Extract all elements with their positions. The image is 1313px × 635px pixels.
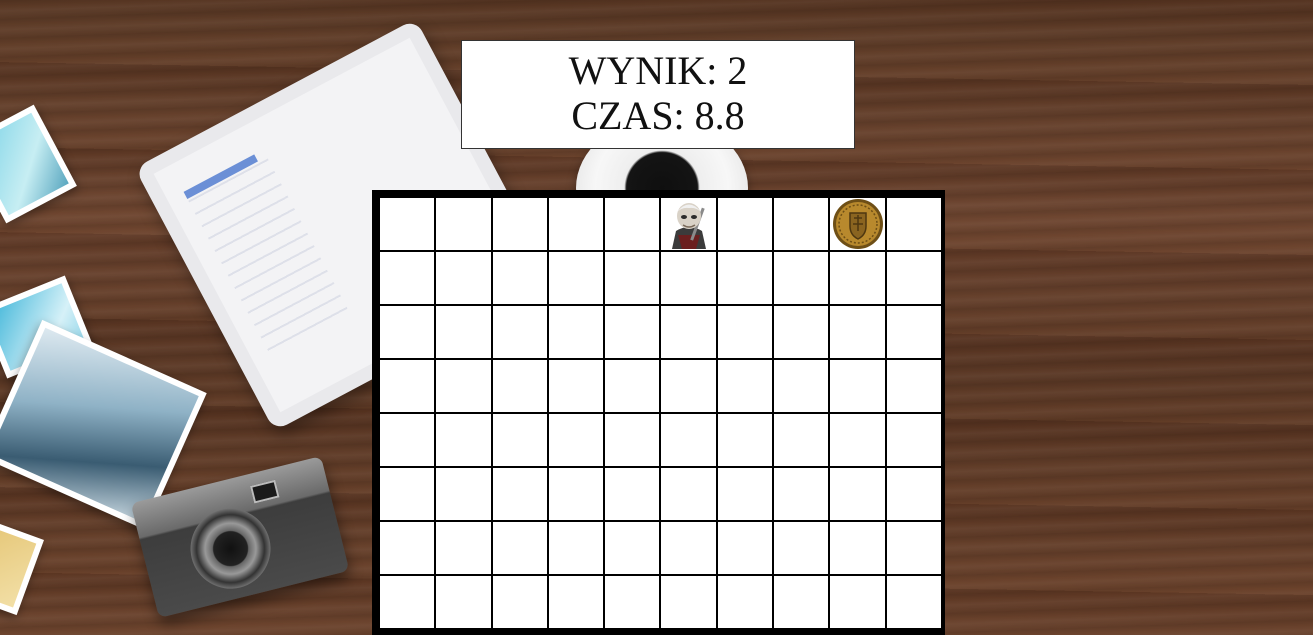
board-cell[interactable] (886, 576, 941, 628)
board-cell[interactable] (886, 522, 941, 574)
board-cell[interactable] (661, 468, 716, 520)
board-cell[interactable] (661, 522, 716, 574)
board-cell[interactable] (830, 306, 885, 358)
board-cell[interactable] (380, 576, 435, 628)
board-cell[interactable] (548, 306, 604, 358)
board-cell[interactable] (717, 522, 773, 574)
board-cell[interactable] (830, 468, 885, 520)
board-cell[interactable] (717, 576, 773, 628)
board-cell[interactable] (492, 468, 547, 520)
board-cell[interactable] (717, 414, 773, 466)
board-cell[interactable] (605, 468, 660, 520)
board-cell[interactable] (886, 360, 941, 412)
board-cell[interactable] (717, 252, 773, 304)
board-cell[interactable] (380, 414, 435, 466)
board-cell[interactable] (605, 198, 660, 250)
board-cell[interactable] (886, 306, 941, 358)
board-cell[interactable] (605, 306, 660, 358)
board-cell[interactable] (774, 252, 829, 304)
board-cell[interactable] (380, 198, 435, 250)
board-cell[interactable] (492, 198, 547, 250)
board-cell[interactable] (548, 360, 604, 412)
board-cell[interactable] (380, 252, 435, 304)
board-cell[interactable] (436, 252, 491, 304)
board-cell[interactable] (436, 468, 491, 520)
board-cell[interactable] (886, 252, 941, 304)
board-cell[interactable] (548, 522, 604, 574)
time-text: CZAS: 8.8 (571, 93, 745, 138)
board-cell[interactable] (830, 522, 885, 574)
score-text: WYNIK: 2 (568, 48, 748, 93)
board-cell[interactable] (492, 306, 547, 358)
board-cell[interactable] (492, 252, 547, 304)
board-cell[interactable] (380, 360, 435, 412)
board-cell[interactable] (830, 252, 885, 304)
score-panel: WYNIK: 2 CZAS: 8.8 (461, 40, 855, 149)
board-cell[interactable] (436, 576, 491, 628)
board-cell[interactable] (436, 198, 491, 250)
board-cell[interactable] (661, 414, 716, 466)
board-cell[interactable] (380, 522, 435, 574)
board-cell[interactable] (605, 360, 660, 412)
board-cell[interactable] (717, 468, 773, 520)
board-cell[interactable] (548, 414, 604, 466)
board-cell[interactable] (548, 198, 604, 250)
board-cell[interactable] (886, 198, 941, 250)
photo-decoration (0, 520, 44, 616)
board-cell[interactable] (492, 576, 547, 628)
board-cell[interactable] (717, 306, 773, 358)
board-cell[interactable] (380, 306, 435, 358)
board-cell[interactable] (661, 198, 716, 250)
board-cell[interactable] (774, 414, 829, 466)
board-cell[interactable] (436, 414, 491, 466)
board-cell[interactable] (774, 360, 829, 412)
board-cell[interactable] (886, 414, 941, 466)
board-cell[interactable] (717, 360, 773, 412)
game-board[interactable] (372, 190, 945, 635)
board-cell[interactable] (886, 468, 941, 520)
board-cell[interactable] (548, 468, 604, 520)
board-cell[interactable] (492, 360, 547, 412)
photo-decoration (0, 104, 77, 224)
board-cell[interactable] (830, 414, 885, 466)
board-grid[interactable] (380, 198, 941, 628)
board-cell[interactable] (605, 252, 660, 304)
board-cell[interactable] (717, 198, 773, 250)
board-cell[interactable] (436, 522, 491, 574)
board-cell[interactable] (605, 576, 660, 628)
board-cell[interactable] (548, 252, 604, 304)
gold-coin-icon (832, 199, 883, 249)
board-cell[interactable] (830, 360, 885, 412)
board-cell[interactable] (661, 306, 716, 358)
board-cell[interactable] (605, 414, 660, 466)
board-cell[interactable] (605, 522, 660, 574)
board-cell[interactable] (774, 522, 829, 574)
board-cell[interactable] (774, 306, 829, 358)
board-cell[interactable] (774, 198, 829, 250)
board-cell[interactable] (436, 360, 491, 412)
board-cell[interactable] (774, 576, 829, 628)
board-cell[interactable] (492, 522, 547, 574)
board-cell[interactable] (661, 576, 716, 628)
board-cell[interactable] (774, 468, 829, 520)
witcher-character-icon (671, 203, 706, 249)
board-cell[interactable] (380, 468, 435, 520)
board-cell[interactable] (830, 198, 885, 250)
board-cell[interactable] (661, 360, 716, 412)
board-cell[interactable] (436, 306, 491, 358)
board-cell[interactable] (661, 252, 716, 304)
board-cell[interactable] (548, 576, 604, 628)
board-cell[interactable] (492, 414, 547, 466)
board-cell[interactable] (830, 576, 885, 628)
